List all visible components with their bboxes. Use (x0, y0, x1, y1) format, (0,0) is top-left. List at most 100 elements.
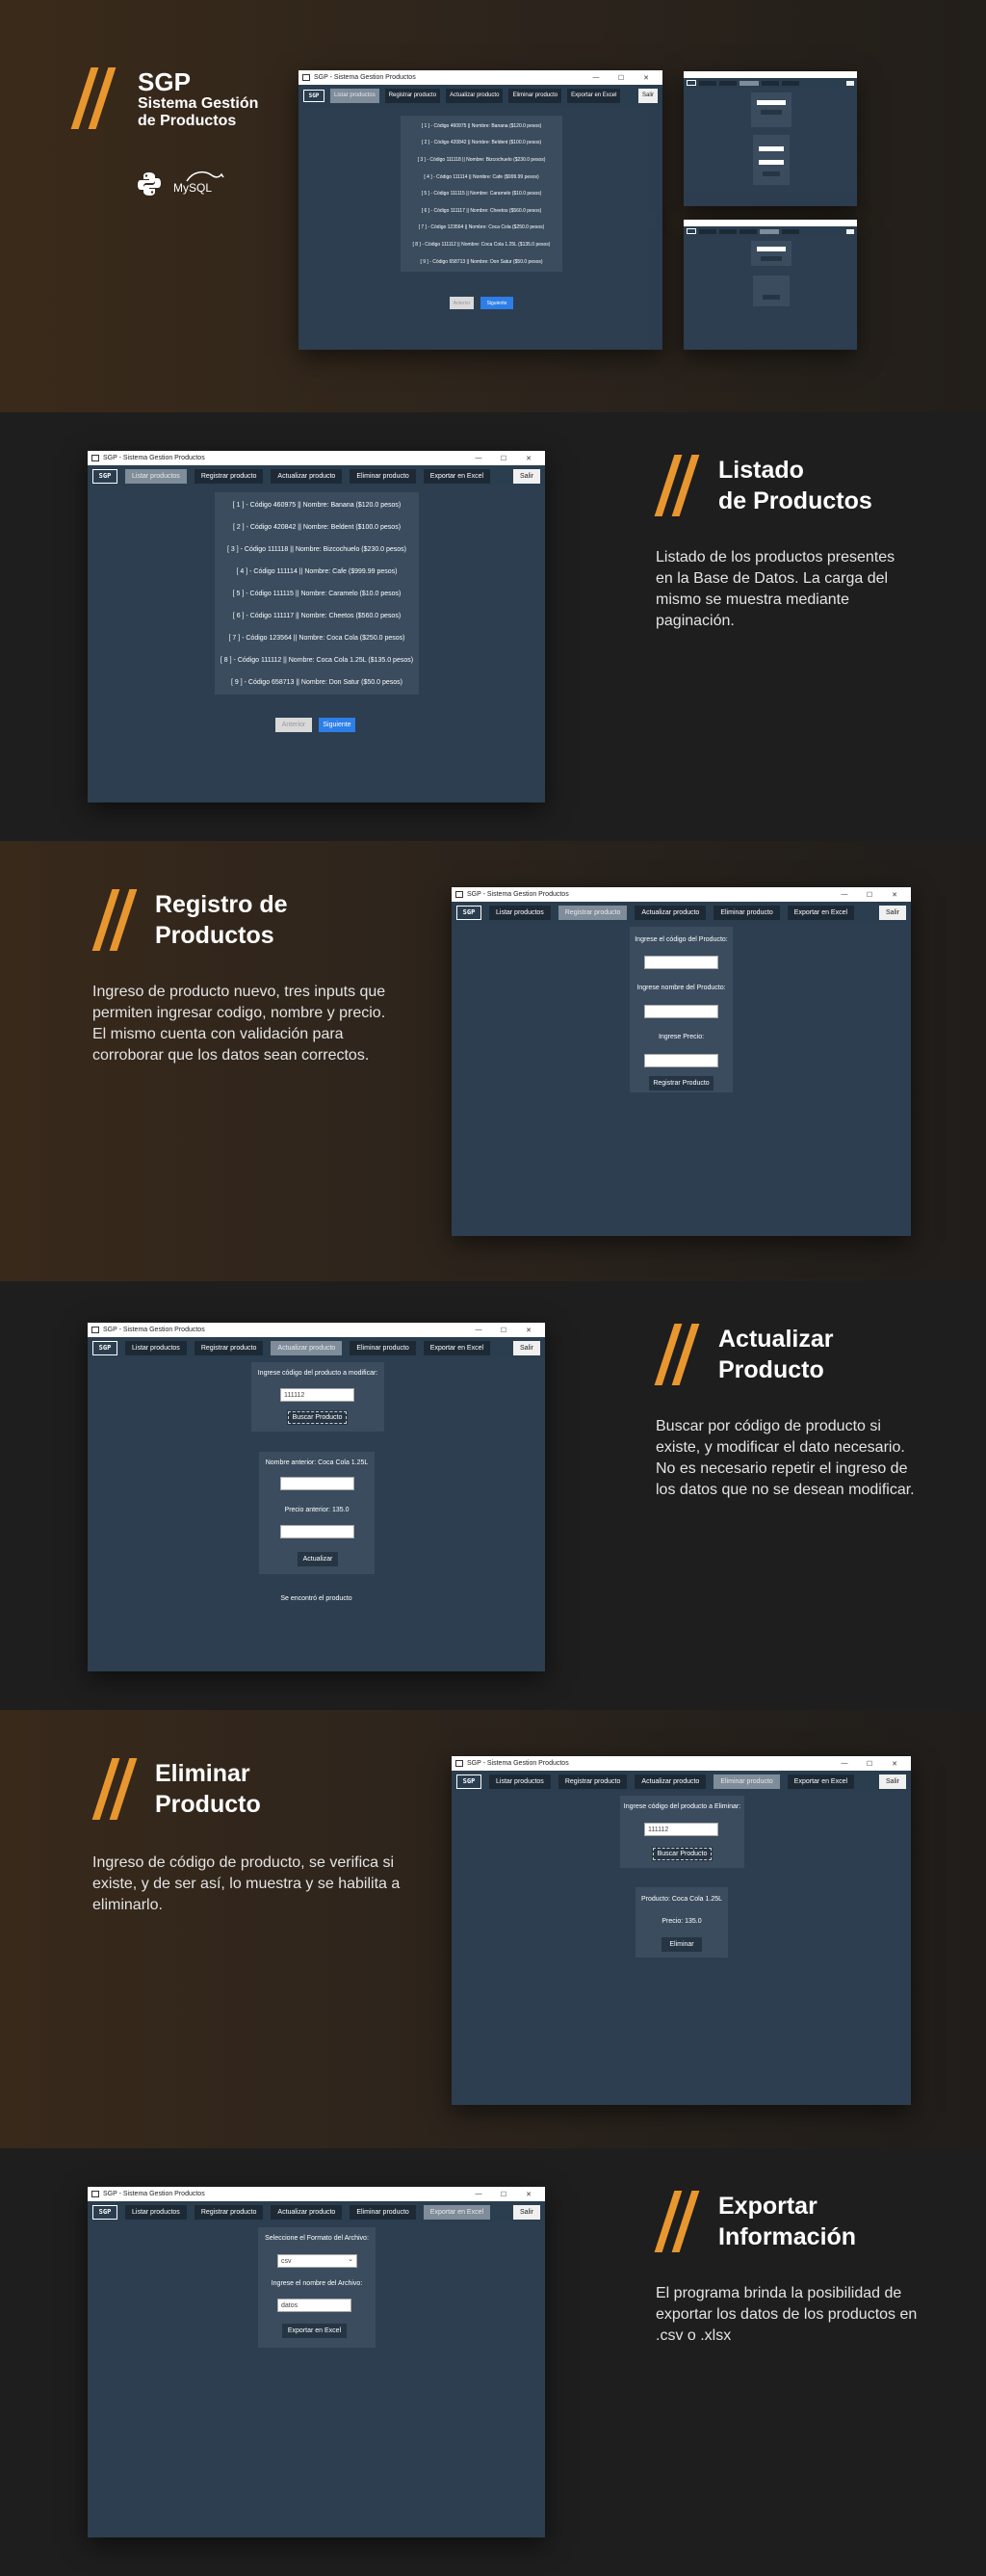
exit-button[interactable]: Salir (878, 1774, 906, 1789)
hero-thumb-eliminar (684, 220, 857, 350)
list-item: [ 5 ] - Código 111115 || Nombre: Caramel… (421, 191, 542, 197)
tab-exportar[interactable]: Exportar en Excel (787, 1774, 855, 1789)
tab-eliminar[interactable]: Eliminar producto (350, 2204, 416, 2220)
tab-exportar[interactable]: Exportar en Excel (423, 1340, 491, 1355)
minimize-icon[interactable]: — (466, 2191, 491, 2197)
actualizar-title-2: Producto (718, 1356, 824, 1383)
exit-button[interactable]: Salir (878, 905, 906, 920)
tab-listar[interactable]: Listar productos (489, 905, 551, 920)
close-icon[interactable]: ✕ (516, 2191, 541, 2198)
name-input[interactable] (644, 1005, 718, 1018)
search-label: Ingrese código del producto a modificar: (257, 1370, 378, 1377)
slash-icon (91, 889, 138, 951)
app-icon (91, 1327, 99, 1333)
prev-button[interactable]: Anterior (275, 718, 312, 732)
register-button[interactable]: Registrar Producto (649, 1076, 714, 1091)
close-icon[interactable]: ✕ (634, 74, 659, 82)
eliminar-window: SGP - Sistema Gestion Productos — ☐ ✕ SG… (452, 1756, 911, 2105)
close-icon[interactable]: ✕ (882, 891, 907, 899)
search-input[interactable]: 111112 (280, 1388, 354, 1402)
tab-eliminar[interactable]: Eliminar producto (350, 468, 416, 484)
sgp-logo: SGP (92, 468, 117, 484)
new-name-input[interactable] (280, 1477, 354, 1490)
minimize-icon[interactable]: — (832, 891, 857, 898)
exit-button[interactable]: Salir (637, 88, 658, 103)
maximize-icon[interactable]: ☐ (857, 891, 882, 899)
tab-listar[interactable]: Listar productos (330, 88, 379, 103)
tab-actualizar[interactable]: Actualizar producto (271, 2204, 343, 2220)
close-icon[interactable]: ✕ (882, 1760, 907, 1768)
toolbar: SGP Listar productos Registrar producto … (452, 902, 911, 923)
tab-actualizar[interactable]: Actualizar producto (635, 905, 707, 920)
list-item: [ 8 ] - Código 111112 || Nombre: Coca Co… (412, 241, 551, 248)
list-item: [ 1 ] - Código 460975 || Nombre: Banana … (232, 502, 402, 509)
tab-actualizar[interactable]: Actualizar producto (446, 88, 504, 103)
tab-exportar[interactable]: Exportar en Excel (787, 905, 855, 920)
minimize-icon[interactable]: — (466, 455, 491, 461)
export-button[interactable]: Exportar en Excel (282, 2324, 347, 2338)
minimize-icon[interactable]: — (466, 1327, 491, 1333)
delete-button[interactable]: Eliminar (662, 1937, 702, 1952)
maximize-icon[interactable]: ☐ (609, 74, 634, 82)
prev-button[interactable]: Anterior (450, 297, 474, 309)
update-button[interactable]: Actualizar (298, 1552, 338, 1566)
close-icon[interactable]: ✕ (516, 1327, 541, 1334)
exit-button[interactable]: Salir (512, 1340, 540, 1355)
hero-thumb-registrar (684, 71, 857, 206)
tab-actualizar[interactable]: Actualizar producto (271, 468, 343, 484)
tab-listar[interactable]: Listar productos (125, 2204, 187, 2220)
app-icon (302, 74, 310, 81)
tab-listar[interactable]: Listar productos (489, 1774, 551, 1789)
code-input[interactable] (644, 956, 718, 969)
search-button[interactable]: Buscar Producto (652, 1847, 713, 1861)
tab-eliminar[interactable]: Eliminar producto (714, 1774, 780, 1789)
maximize-icon[interactable]: ☐ (491, 455, 516, 462)
minimize-icon[interactable]: — (832, 1760, 857, 1767)
tab-exportar[interactable]: Exportar en Excel (423, 2204, 491, 2220)
tab-registrar[interactable]: Registrar producto (194, 468, 264, 484)
minimize-icon[interactable]: — (584, 74, 609, 81)
filename-input[interactable]: datos (277, 2299, 351, 2312)
new-price-input[interactable] (280, 1525, 354, 1538)
tab-eliminar[interactable]: Eliminar producto (508, 88, 562, 103)
tab-listar[interactable]: Listar productos (125, 1340, 187, 1355)
tab-exportar[interactable]: Exportar en Excel (423, 468, 491, 484)
maximize-icon[interactable]: ☐ (491, 2191, 516, 2198)
toolbar: SGP Listar productos Registrar producto … (452, 1771, 911, 1792)
tab-actualizar[interactable]: Actualizar producto (635, 1774, 707, 1789)
search-input[interactable]: 111112 (644, 1823, 718, 1836)
next-button[interactable]: Siguiente (480, 297, 513, 309)
format-select[interactable]: csv ⌄ (277, 2254, 357, 2268)
registro-desc: Ingreso de producto nuevo, tres inputs q… (92, 984, 386, 1064)
list-item: [ 3 ] - Código 111118 || Nombre: Bizcoch… (227, 546, 406, 553)
tab-actualizar[interactable]: Actualizar producto (271, 1340, 343, 1355)
tab-eliminar[interactable]: Eliminar producto (350, 1340, 416, 1355)
filename-label: Ingrese el nombre del Archivo: (271, 2280, 363, 2287)
exit-button[interactable]: Salir (512, 468, 540, 484)
window-titlebar: SGP - Sistema Gestion Productos — ☐ ✕ (88, 451, 545, 465)
eliminar-desc: Ingreso de código de producto, se verifi… (92, 1854, 401, 1913)
sgp-logo: SGP (456, 1774, 481, 1789)
price-input[interactable] (644, 1054, 718, 1067)
tab-registrar[interactable]: Registrar producto (194, 1340, 264, 1355)
sgp-logo: SGP (303, 89, 324, 102)
app-icon (91, 2191, 99, 2197)
close-icon[interactable]: ✕ (516, 455, 541, 462)
tab-exportar[interactable]: Exportar en Excel (567, 88, 621, 103)
search-button[interactable]: Buscar Producto (287, 1410, 348, 1425)
tab-registrar[interactable]: Registrar producto (194, 2204, 264, 2220)
tab-registrar[interactable]: Registrar producto (558, 905, 628, 920)
exportar-title-1: Exportar (718, 2193, 817, 2220)
toolbar: SGP Listar productos Registrar producto … (88, 1337, 545, 1358)
delete-panel: Producto: Coca Cola 1.25L Precio: 135.0 … (636, 1887, 728, 1958)
maximize-icon[interactable]: ☐ (857, 1760, 882, 1768)
exit-button[interactable]: Salir (512, 2204, 540, 2220)
tab-eliminar[interactable]: Eliminar producto (714, 905, 780, 920)
listado-title-1: Listado (718, 457, 804, 484)
actualizar-title-1: Actualizar (718, 1326, 834, 1353)
next-button[interactable]: Siguiente (319, 718, 355, 732)
maximize-icon[interactable]: ☐ (491, 1327, 516, 1334)
tab-registrar[interactable]: Registrar producto (558, 1774, 628, 1789)
tab-listar[interactable]: Listar productos (125, 468, 187, 484)
tab-registrar[interactable]: Registrar producto (384, 88, 441, 103)
